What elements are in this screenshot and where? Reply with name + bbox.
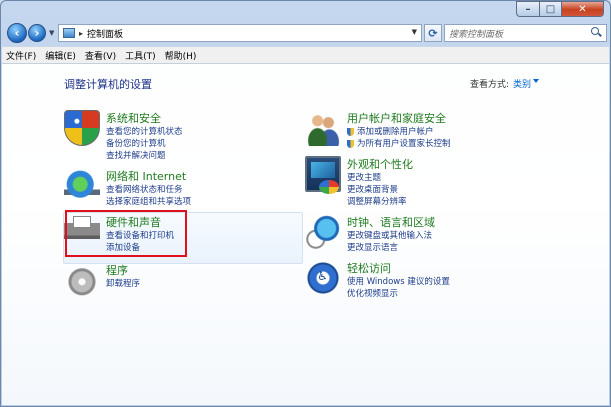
- red-annotation-box: [65, 210, 187, 257]
- category-title[interactable]: 网络和 Internet: [106, 168, 186, 184]
- refresh-button[interactable]: ⟳: [424, 24, 442, 42]
- menu-bar: 文件(F) 编辑(E) 查看(V) 工具(T) 帮助(H): [2, 46, 609, 63]
- address-row: ‹ › ▼ ▸ 控制面板 ▼ ⟳ 搜索控制面板: [4, 23, 607, 43]
- link-backup-computer[interactable]: 备份您的计算机: [106, 138, 183, 150]
- control-panel-icon: [63, 28, 75, 38]
- link-optimize-display[interactable]: 优化视频显示: [347, 288, 450, 300]
- menu-tools[interactable]: 工具(T): [125, 49, 156, 62]
- network-icon[interactable]: [64, 168, 100, 204]
- clock-icon[interactable]: [305, 214, 341, 250]
- category-system-security: 系统和安全 查看您的计算机状态 备份您的计算机 查找并解决问题: [64, 110, 264, 162]
- address-dropdown-icon[interactable]: ▼: [412, 28, 417, 36]
- users-icon[interactable]: [305, 110, 341, 146]
- control-panel-window: – □ ✕ ‹ › ▼ ▸ 控制面板 ▼ ⟳ 搜索控制面板 文件(F) 编辑(E…: [0, 0, 611, 407]
- category-title[interactable]: 程序: [106, 262, 128, 278]
- caption-buttons: – □ ✕: [516, 1, 604, 17]
- category-user-accounts: 用户帐户和家庭安全 添加或删除用户帐户 为所有用户设置家长控制: [305, 110, 565, 154]
- appearance-icon[interactable]: [305, 156, 341, 194]
- back-button[interactable]: ‹: [7, 23, 27, 43]
- link-add-remove-accounts[interactable]: 添加或删除用户帐户: [347, 126, 451, 138]
- category-title[interactable]: 轻松访问: [347, 260, 391, 276]
- accessibility-icon[interactable]: [305, 260, 341, 296]
- menu-view[interactable]: 查看(V): [85, 49, 116, 62]
- content-area: 调整计算机的设置 查看方式: 类别 系统和安全 查看您的计算机状态 备份您的计算…: [2, 63, 609, 405]
- close-button[interactable]: ✕: [562, 1, 604, 17]
- link-change-theme[interactable]: 更改主题: [347, 172, 407, 184]
- category-title[interactable]: 时钟、语言和区域: [347, 214, 435, 230]
- category-title[interactable]: 用户帐户和家庭安全: [347, 110, 446, 126]
- link-change-display-language[interactable]: 更改显示语言: [347, 242, 432, 254]
- search-input[interactable]: 搜索控制面板: [449, 27, 588, 40]
- maximize-button[interactable]: □: [540, 1, 562, 17]
- search-box[interactable]: 搜索控制面板: [444, 24, 607, 42]
- menu-file[interactable]: 文件(F): [6, 49, 36, 62]
- view-by-selector[interactable]: 类别: [513, 77, 531, 90]
- category-clock-language: 时钟、语言和区域 更改键盘或其他输入法 更改显示语言: [305, 214, 565, 258]
- link-view-computer-status[interactable]: 查看您的计算机状态: [106, 126, 183, 138]
- breadcrumb-chevron-icon[interactable]: ▸: [79, 29, 83, 38]
- link-adjust-resolution[interactable]: 调整屏幕分辨率: [347, 196, 407, 208]
- category-title[interactable]: 外观和个性化: [347, 156, 413, 172]
- category-network: 网络和 Internet 查看网络状态和任务 选择家庭组和共享选项: [64, 168, 264, 212]
- forward-button[interactable]: ›: [28, 24, 46, 42]
- programs-icon[interactable]: [64, 262, 100, 298]
- link-network-status[interactable]: 查看网络状态和任务: [106, 184, 191, 196]
- search-icon[interactable]: [588, 25, 604, 41]
- menu-help[interactable]: 帮助(H): [165, 49, 197, 62]
- link-homegroup[interactable]: 选择家庭组和共享选项: [106, 196, 191, 208]
- category-title[interactable]: 系统和安全: [106, 110, 161, 126]
- link-change-background[interactable]: 更改桌面背景: [347, 184, 407, 196]
- minimize-button[interactable]: –: [516, 1, 540, 17]
- link-parental-controls[interactable]: 为所有用户设置家长控制: [347, 138, 451, 150]
- page-title: 调整计算机的设置: [64, 78, 152, 91]
- link-change-keyboard[interactable]: 更改键盘或其他输入法: [347, 230, 432, 242]
- view-by-label: 查看方式:: [469, 80, 509, 90]
- category-programs: 程序 卸载程序: [64, 262, 264, 298]
- category-ease-of-access: 轻松访问 使用 Windows 建议的设置 优化视频显示: [305, 260, 565, 304]
- category-appearance: 外观和个性化 更改主题 更改桌面背景 调整屏幕分辨率: [305, 156, 565, 208]
- link-uninstall-program[interactable]: 卸载程序: [106, 278, 140, 290]
- recent-pages-dropdown-icon[interactable]: ▼: [49, 29, 54, 37]
- menu-edit[interactable]: 编辑(E): [45, 49, 76, 62]
- shield-icon[interactable]: [64, 110, 100, 146]
- view-by-dropdown-icon[interactable]: [533, 79, 539, 83]
- link-find-fix-problems[interactable]: 查找并解决问题: [106, 150, 183, 162]
- address-bar[interactable]: ▸ 控制面板 ▼: [58, 24, 422, 42]
- breadcrumb-control-panel[interactable]: 控制面板: [87, 27, 123, 40]
- link-recommended-settings[interactable]: 使用 Windows 建议的设置: [347, 276, 450, 288]
